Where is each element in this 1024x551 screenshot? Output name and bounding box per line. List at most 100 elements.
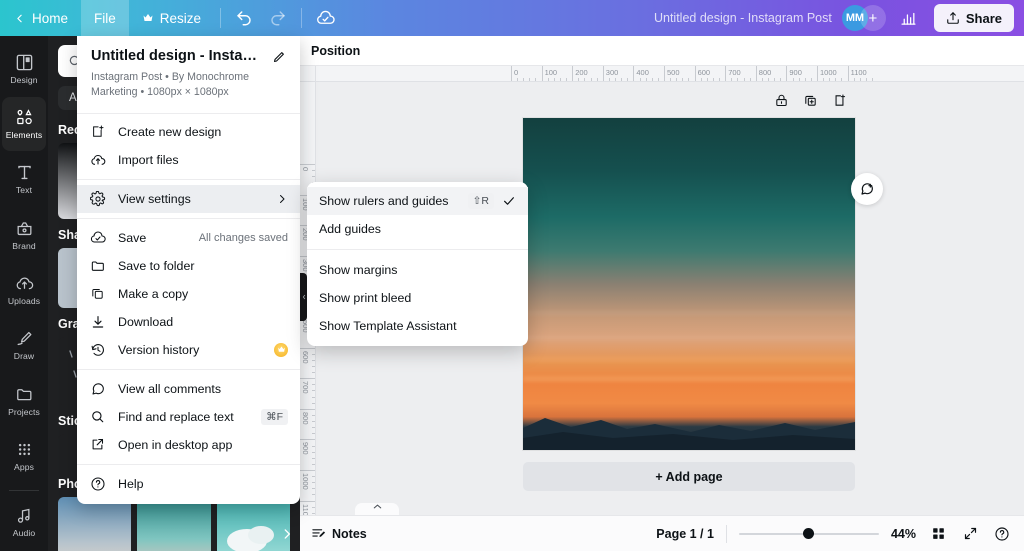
home-button[interactable]: Home: [0, 0, 81, 36]
insights-button[interactable]: [892, 3, 926, 33]
sidebar-item-draw[interactable]: Draw: [2, 319, 46, 372]
thumb-row-photos: [48, 497, 300, 551]
menu-item-find-and-replace-text[interactable]: Find and replace text ⌘F: [77, 403, 300, 431]
thumb-item[interactable]: [216, 497, 290, 551]
menu-item-help[interactable]: Help: [77, 470, 300, 498]
sidebar-item-audio[interactable]: Audio: [2, 496, 46, 549]
menu-item-save[interactable]: Save All changes saved: [77, 224, 300, 252]
file-dropdown-menu: Untitled design - Instagram ... Instagra…: [77, 36, 300, 504]
menu-item-show-template-assistant[interactable]: Show Template Assistant: [307, 312, 528, 340]
apps-icon: [15, 440, 34, 459]
add-member-button[interactable]: +: [859, 5, 886, 31]
sidebar-item-label: Elements: [5, 129, 43, 140]
download-icon: [89, 314, 106, 330]
chevron-right-icon: [276, 193, 288, 205]
sidebar-item-label: Projects: [8, 406, 40, 417]
menu-item-version-history[interactable]: Version history: [77, 336, 300, 364]
duplicate-page-icon[interactable]: [800, 90, 820, 110]
chevron-left-icon: [302, 294, 305, 300]
menu-item-show-print-bleed[interactable]: Show print bleed: [307, 284, 528, 312]
position-button[interactable]: Position: [311, 44, 360, 58]
file-menu-button[interactable]: File: [81, 0, 129, 36]
menu-item-view-settings[interactable]: View settings: [77, 184, 300, 213]
file-menu-list: Create new design Import files View sett…: [77, 114, 300, 498]
menu-item-show-rulers-and-guides[interactable]: Show rulers and guides ⇧R: [307, 187, 528, 215]
ruler-tick-label: 0: [514, 68, 519, 77]
menu-item-import-files[interactable]: Import files: [77, 146, 300, 174]
expand-pages-tab[interactable]: [355, 503, 399, 515]
menu-label: Make a copy: [118, 286, 189, 301]
ruler-major-tick: [300, 408, 315, 410]
draw-icon: [15, 329, 34, 348]
menu-item-add-guides[interactable]: Add guides: [307, 215, 528, 243]
sidebar-item-projects[interactable]: Projects: [2, 374, 46, 427]
menu-item-create-new-design[interactable]: Create new design: [77, 118, 300, 146]
menu-divider: [77, 178, 300, 180]
thumb-item[interactable]: [58, 497, 132, 551]
thumb-item[interactable]: [137, 497, 211, 551]
menu-item-save-to-folder[interactable]: Save to folder: [77, 252, 300, 280]
menu-item-open-in-desktop-app[interactable]: Open in desktop app: [77, 431, 300, 459]
cloud-saved-button[interactable]: [308, 3, 342, 33]
sidebar-item-label: Apps: [14, 461, 34, 472]
sidebar-item-uploads[interactable]: Uploads: [2, 263, 46, 316]
add-comment-button[interactable]: [851, 173, 883, 205]
zoom-slider-knob[interactable]: [803, 528, 815, 539]
menu-item-make-a-copy[interactable]: Make a copy: [77, 280, 300, 308]
ruler-corner: [300, 66, 316, 82]
fullscreen-button[interactable]: [960, 524, 980, 544]
ruler-tick-label: 1100: [850, 68, 867, 77]
redo-button[interactable]: [261, 3, 295, 33]
zoom-slider[interactable]: [738, 527, 879, 541]
rename-button[interactable]: [271, 48, 286, 65]
sidebar-item-apps[interactable]: Apps: [2, 429, 46, 482]
add-page-icon[interactable]: [829, 90, 849, 110]
lock-icon[interactable]: [771, 90, 791, 110]
menu-label: Show Template Assistant: [319, 319, 457, 333]
elements-icon: [15, 108, 34, 127]
undo-button[interactable]: [227, 3, 261, 33]
sidebar-item-label: Brand: [12, 240, 36, 251]
bottom-bar-right: Page 1 / 1 44%: [656, 524, 1024, 544]
gear-icon: [89, 190, 106, 207]
bottom-bar: Notes Page 1 / 1 44%: [300, 515, 1024, 551]
sidebar-item-design[interactable]: Design: [2, 42, 46, 95]
share-button[interactable]: Share: [933, 4, 1014, 32]
menu-item-download[interactable]: Download: [77, 308, 300, 336]
menu-divider: [77, 463, 300, 465]
panel-collapse-handle[interactable]: [300, 273, 307, 321]
pro-crown-icon: [274, 342, 288, 357]
ruler-tick-label: 700: [301, 381, 310, 394]
horizontal-ruler[interactable]: 0 100 200 300 400 500 600 700 800 900 1000 1100: [300, 66, 1024, 82]
home-label: Home: [32, 10, 69, 26]
external-link-icon: [89, 437, 106, 452]
grid-view-button[interactable]: [928, 524, 948, 544]
file-menu-header: Untitled design - Instagram ... Instagra…: [77, 36, 300, 114]
sidebar-item-label: Design: [10, 74, 38, 85]
photos-next-arrow-icon[interactable]: [280, 527, 294, 541]
ruler-tick-label: 1000: [301, 473, 310, 490]
text-icon: [15, 163, 34, 182]
menu-label: Open in desktop app: [118, 437, 233, 452]
design-page[interactable]: [523, 118, 855, 450]
add-page-button[interactable]: + Add page: [523, 462, 855, 491]
ruler-tick-label: 600: [301, 350, 310, 364]
menu-label: Version history: [118, 342, 200, 357]
ruler-tick-label: 0: [301, 167, 310, 172]
page-tools: [771, 90, 849, 110]
sidebar-item-elements[interactable]: Elements: [2, 97, 46, 151]
sidebar-item-brand[interactable]: Brand: [2, 208, 46, 261]
notes-button[interactable]: Notes: [311, 526, 367, 541]
help-button[interactable]: [992, 524, 1012, 544]
sidebar-item-text[interactable]: Text: [2, 153, 46, 206]
ruler-major-tick: [847, 66, 849, 81]
ruler-tick-label: 800: [301, 411, 310, 425]
cloud-check-icon: [89, 230, 106, 246]
crown-icon: [142, 12, 154, 24]
ruler-major-tick: [300, 164, 315, 165]
toolbar-divider: [220, 8, 222, 28]
menu-item-view-all-comments[interactable]: View all comments: [77, 375, 300, 403]
menu-item-show-margins[interactable]: Show margins: [307, 256, 528, 284]
chevron-up-icon: [373, 504, 381, 509]
resize-button[interactable]: Resize: [129, 0, 214, 36]
